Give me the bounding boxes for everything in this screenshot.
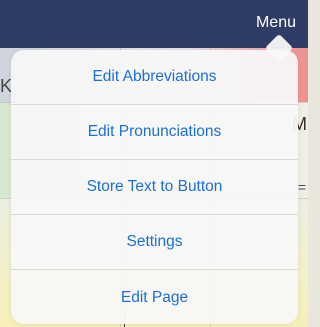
top-navbar: Menu — [0, 0, 308, 48]
menu-item-edit-abbreviations[interactable]: Edit Abbreviations — [11, 50, 298, 105]
menu-item-edit-pronunciations[interactable]: Edit Pronunciations — [11, 105, 298, 160]
menu-item-store-text-to-button[interactable]: Store Text to Button — [11, 160, 298, 215]
background-eq-glyph: = — [297, 179, 306, 195]
menu-popover: Edit Abbreviations Edit Pronunciations S… — [11, 50, 298, 324]
menu-button[interactable]: Menu — [256, 13, 296, 33]
menu-item-edit-page[interactable]: Edit Page — [11, 270, 298, 324]
menu-item-settings[interactable]: Settings — [11, 215, 298, 270]
